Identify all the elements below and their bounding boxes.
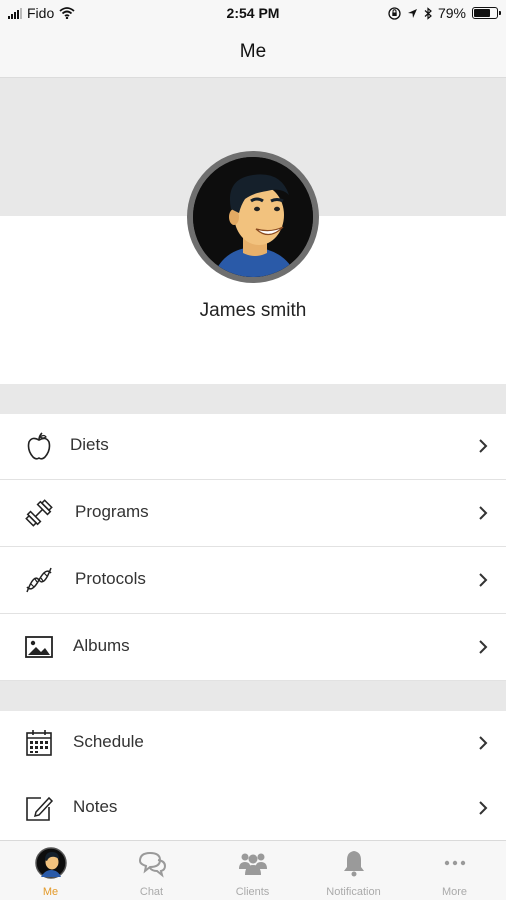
- tab-bar: Me Chat Clients Notification More: [0, 840, 506, 900]
- menu-item-label: Programs: [75, 502, 149, 521]
- lock-rotation-icon: [388, 6, 401, 20]
- menu-item-diets[interactable]: Diets: [0, 414, 506, 480]
- menu-item-label: Protocols: [75, 569, 146, 588]
- menu-item-label: Diets: [70, 435, 109, 454]
- chevron-right-icon: [479, 506, 488, 520]
- battery-percent: 79%: [437, 5, 466, 21]
- battery-icon: [472, 7, 501, 19]
- tab-me[interactable]: Me: [0, 841, 101, 901]
- avatar-illustration: [193, 157, 313, 277]
- chevron-right-icon: [479, 640, 488, 654]
- calendar-icon: [26, 730, 52, 756]
- status-bar: Fido 2:54 PM 79%: [0, 0, 506, 28]
- page-title: Me: [239, 41, 267, 62]
- tab-clients[interactable]: Clients: [202, 841, 303, 901]
- menu-item-protocols[interactable]: Protocols: [0, 548, 506, 614]
- menu-item-programs[interactable]: Programs: [0, 481, 506, 547]
- battery-fill: [474, 9, 490, 17]
- nav-bar: Me: [0, 28, 506, 78]
- tab-label: Me: [42, 886, 59, 898]
- notes-icon: [26, 796, 54, 821]
- tab-label: Notification: [326, 886, 381, 898]
- menu-item-label: Schedule: [73, 732, 144, 751]
- apple-icon: [27, 432, 51, 460]
- clients-icon: [239, 853, 267, 875]
- section-separator: [0, 384, 506, 414]
- chevron-right-icon: [479, 439, 488, 453]
- tab-more[interactable]: More: [404, 841, 505, 901]
- dna-icon: [26, 567, 52, 593]
- chevron-right-icon: [479, 736, 488, 750]
- chevron-right-icon: [479, 573, 488, 587]
- dumbbell-icon: [25, 499, 53, 527]
- tab-notification[interactable]: Notification: [303, 841, 404, 901]
- tab-label: More: [441, 886, 468, 898]
- bell-icon: [344, 851, 364, 877]
- chat-icon: [138, 851, 167, 878]
- avatar-icon: [35, 847, 67, 879]
- menu-item-albums[interactable]: Albums: [0, 615, 506, 681]
- profile-name: James smith: [199, 300, 307, 321]
- menu-item-notes[interactable]: Notes: [0, 776, 506, 842]
- chevron-right-icon: [479, 801, 488, 815]
- tab-chat[interactable]: Chat: [101, 841, 202, 901]
- bluetooth-icon: [424, 6, 432, 20]
- image-icon: [25, 636, 53, 658]
- more-icon: [444, 860, 466, 866]
- menu-item-label: Notes: [73, 797, 118, 816]
- tab-label: Chat: [139, 886, 164, 898]
- status-right: 79%: [388, 5, 501, 21]
- section-separator: [0, 681, 506, 711]
- menu-item-label: Albums: [73, 636, 130, 655]
- menu-item-schedule[interactable]: Schedule: [0, 711, 506, 777]
- profile-avatar[interactable]: [187, 151, 319, 283]
- location-icon: [407, 8, 417, 18]
- tab-label: Clients: [235, 886, 270, 898]
